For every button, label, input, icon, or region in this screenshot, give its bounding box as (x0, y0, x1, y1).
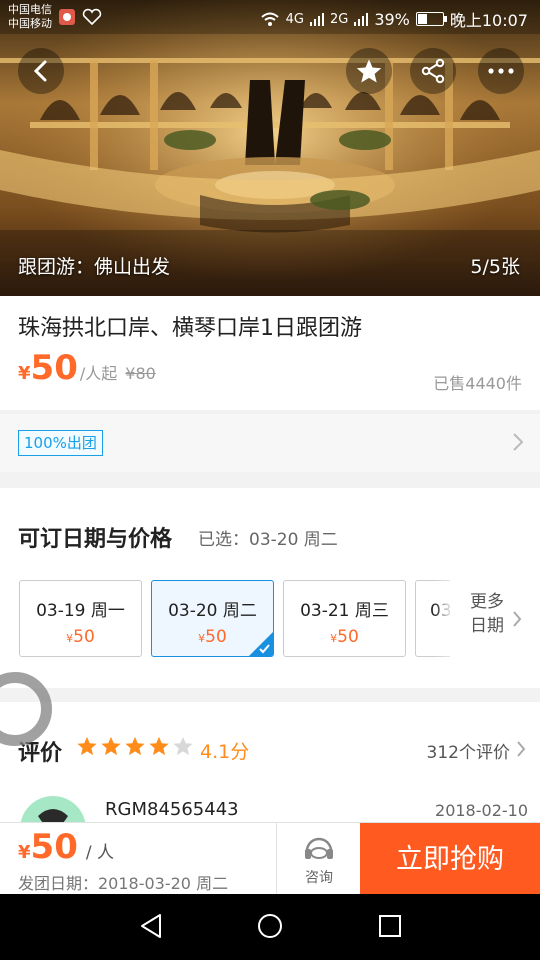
selected-date-label: 已选：03-20 周二 (198, 530, 338, 550)
selected-check-icon (249, 632, 273, 656)
date-option-price: ¥50 (20, 627, 141, 647)
carrier-1: 中国电信 (8, 3, 52, 16)
signal-icon-2 (354, 13, 369, 26)
star-icon (125, 736, 145, 756)
photo-counter: 5/5张 (470, 256, 520, 278)
rating-score: 4.1分 (200, 741, 250, 763)
sold-count: 已售4440件 (433, 374, 522, 393)
date-option-price-value: 50 (337, 627, 359, 647)
product-summary: 珠海拱北口岸、横琴口岸1日跟团游 ¥ 50 /人起 ¥80 已售4440件 (0, 296, 540, 410)
nav-back-icon[interactable] (138, 912, 164, 940)
review-date: 2018-02-10 (435, 801, 528, 820)
favorite-button[interactable] (346, 48, 392, 94)
guarantee-badge: 100%出团 (18, 430, 103, 456)
purchase-bar: ¥ 50 / 人 发团日期：2018-03-20 周二 咨询 立即抢购 (0, 822, 540, 895)
product-detail-page: 中国电信 中国移动 4G 2G 39% 晚上10:07 跟团游：佛山出发 5/5… (0, 0, 540, 960)
date-option-price: ¥50 (284, 627, 405, 647)
date-option-date: 03-21 周三 (300, 601, 389, 621)
review-count-link[interactable]: 312个评价 (427, 738, 510, 763)
chevron-right-icon (513, 611, 522, 627)
status-right: 4G 2G 39% 晚上10:07 (260, 7, 528, 31)
date-option[interactable]: 03-19 周一 ¥50 (19, 580, 142, 657)
app-notification-icon (59, 9, 75, 25)
battery-fill (417, 14, 428, 24)
departure-date: 发团日期：2018-03-20 周二 (18, 874, 229, 893)
carrier-names: 中国电信 中国移动 (8, 3, 52, 31)
date-option-date: 03-19 周一 (36, 601, 125, 621)
date-option-price-value: 50 (205, 627, 227, 647)
battery-icon (415, 12, 447, 26)
price-row: ¥ 50 /人起 ¥80 (18, 348, 156, 388)
purchase-price: ¥ 50 / 人 (18, 827, 114, 867)
date-option-price-value: 50 (73, 627, 95, 647)
back-button[interactable] (18, 48, 64, 94)
reviews-section: 评价 4.1分 312个评价 RGM84565443 2018-02-10 (0, 702, 540, 862)
price-value: 50 (30, 348, 78, 388)
more-dates-line1: 更多 (470, 592, 504, 612)
back-arrow-icon (33, 60, 47, 82)
original-price: ¥80 (125, 364, 156, 383)
share-button[interactable] (410, 48, 456, 94)
battery-percent: 39% (374, 9, 410, 29)
star-icon (149, 736, 169, 756)
clock: 晚上10:07 (449, 11, 528, 30)
consult-button[interactable]: 咨询 (276, 823, 360, 895)
hero-caption: 跟团游：佛山出发 (18, 256, 171, 278)
star-icon (77, 736, 97, 756)
more-button[interactable] (478, 48, 524, 94)
star-icon (356, 59, 382, 83)
more-dates-button[interactable]: 更多 日期 (450, 580, 540, 657)
chevron-right-icon (517, 741, 526, 757)
star-icon (101, 736, 121, 756)
date-price-section: 可订日期与价格 已选：03-20 周二 03-19 周一 ¥50 03-20 周… (0, 488, 540, 688)
product-title: 珠海拱北口岸、横琴口岸1日跟团游 (18, 316, 362, 341)
system-nav-bar (0, 894, 540, 960)
hero-gallery[interactable]: 中国电信 中国移动 4G 2G 39% 晚上10:07 跟团游：佛山出发 5/5… (0, 0, 540, 296)
status-bar: 中国电信 中国移动 4G 2G 39% 晚上10:07 (0, 0, 540, 34)
heart-rate-icon (82, 8, 102, 26)
guarantee-row[interactable]: 100%出团 (0, 414, 540, 472)
consult-label: 咨询 (305, 870, 333, 886)
network-2: 2G (329, 11, 349, 27)
nav-recents-icon[interactable] (377, 912, 403, 940)
price-unit: /人起 (79, 364, 118, 383)
headset-icon (305, 837, 333, 859)
price-value: 50 (30, 827, 78, 867)
nav-home-icon[interactable] (256, 912, 284, 940)
currency-symbol: ¥ (18, 363, 31, 384)
price-unit: / 人 (85, 843, 114, 863)
chevron-right-icon (513, 433, 524, 451)
currency-symbol: ¥ (18, 842, 31, 863)
more-dates-label: 更多 日期 (470, 590, 510, 638)
review-username: RGM84565443 (105, 799, 239, 820)
more-dots-icon (488, 68, 514, 74)
date-section-title: 可订日期与价格 (18, 527, 173, 552)
carrier-2: 中国移动 (8, 17, 52, 30)
rating-stars (76, 735, 194, 757)
date-option-selected[interactable]: 03-20 周二 ¥50 (151, 580, 274, 657)
signal-icon-1 (309, 13, 324, 26)
more-dates-line2: 日期 (470, 616, 504, 636)
date-option-date: 03-20 周二 (168, 601, 257, 621)
wifi-icon (260, 12, 279, 26)
star-icon (173, 736, 193, 756)
notification-icons (58, 8, 102, 26)
network-1: 4G (285, 11, 304, 27)
buy-now-button[interactable]: 立即抢购 (360, 823, 540, 895)
share-icon (421, 58, 445, 84)
date-option[interactable]: 03-21 周三 ¥50 (283, 580, 406, 657)
